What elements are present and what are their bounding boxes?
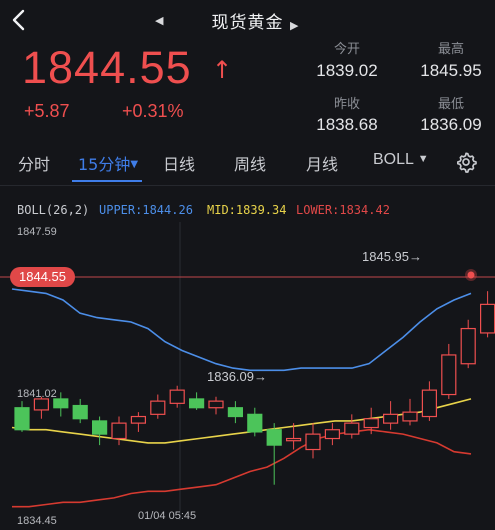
candle-body [189, 398, 205, 409]
candle-body [14, 407, 30, 431]
price-change-percent: +0.31% [122, 101, 184, 121]
x-axis-time-label: 01/04 05:45 [138, 510, 197, 522]
gear-icon[interactable] [455, 151, 477, 173]
stat-value-high: 1845.95 [420, 61, 482, 80]
stat-label-open: 今开 [333, 42, 360, 57]
tab-daily[interactable]: 日线 [163, 151, 195, 175]
stat-label-high: 最高 [437, 42, 464, 57]
candle-body [33, 398, 50, 411]
stat-value-prev-close: 1838.68 [316, 115, 378, 134]
stat-value-open: 1839.02 [316, 61, 378, 80]
high-annotation: 1845.95→ [362, 249, 422, 264]
current-price-tag: 1844.55 [10, 267, 75, 287]
boll-name: BOLL(26,2) [17, 203, 90, 217]
candle-body [363, 418, 379, 429]
candle-body [53, 398, 69, 409]
candle-body [130, 415, 146, 424]
candle-body [208, 400, 224, 409]
boll-lower-line [12, 428, 472, 508]
current-price: 1844.55 [22, 42, 192, 93]
divider [0, 185, 495, 186]
caret-down-icon: ▼ [417, 153, 429, 165]
tab-weekly[interactable]: 周线 [234, 151, 266, 175]
y-axis-mid-label: 1841.02 [17, 388, 57, 400]
stat-label-prev-close: 昨收 [333, 97, 360, 112]
active-tab-underline [72, 180, 142, 182]
tab-boll-label: BOLL [373, 151, 414, 168]
candle-body [150, 400, 166, 415]
y-axis-top-label: 1847.59 [17, 226, 57, 238]
tab-15min[interactable]: 15分钟▼ [78, 151, 138, 175]
boll-mid: MID:1839.34 [207, 203, 287, 217]
boll-bands [11, 288, 472, 508]
candle-body [72, 404, 88, 420]
price-change: +5.87 [24, 101, 70, 121]
tab-monthly[interactable]: 月线 [306, 151, 338, 175]
tab-indicator-boll[interactable]: BOLL ▼ [373, 151, 429, 169]
stat-label-low: 最低 [437, 97, 464, 112]
boll-upper: UPPER:1844.26 [99, 203, 193, 217]
candle-body [286, 437, 302, 442]
candle-body [266, 429, 282, 446]
candle-body [111, 422, 127, 440]
tab-15min-label: 15分钟 [78, 155, 131, 174]
candle-body [441, 354, 457, 396]
candle-body [460, 327, 476, 365]
candle-body [344, 422, 360, 435]
candle-body [247, 413, 263, 433]
stat-value-low: 1836.09 [420, 115, 482, 134]
candle-body [169, 389, 185, 404]
candle-body [402, 411, 418, 422]
candle-body [227, 407, 243, 418]
page-title: 现货黄金 [211, 13, 284, 33]
caret-down-icon: ▼ [130, 159, 139, 170]
last-price-dot [467, 271, 475, 279]
triangle-right-icon[interactable]: ▶ [290, 19, 298, 32]
low-annotation: 1836.09→ [207, 369, 267, 384]
candle-body [421, 389, 437, 418]
candle-body [324, 429, 340, 440]
boll-lower: LOWER:1834.42 [296, 203, 390, 217]
candle-body [305, 433, 321, 451]
candle-body [480, 303, 495, 334]
candle-body [383, 413, 399, 424]
tab-timeshare[interactable]: 分时 [18, 151, 50, 175]
y-axis-bottom-label: 1834.45 [17, 515, 57, 527]
arrow-up-icon: ↑ [212, 56, 233, 84]
boll-upper-line [11, 288, 472, 372]
candle-body [91, 420, 108, 435]
